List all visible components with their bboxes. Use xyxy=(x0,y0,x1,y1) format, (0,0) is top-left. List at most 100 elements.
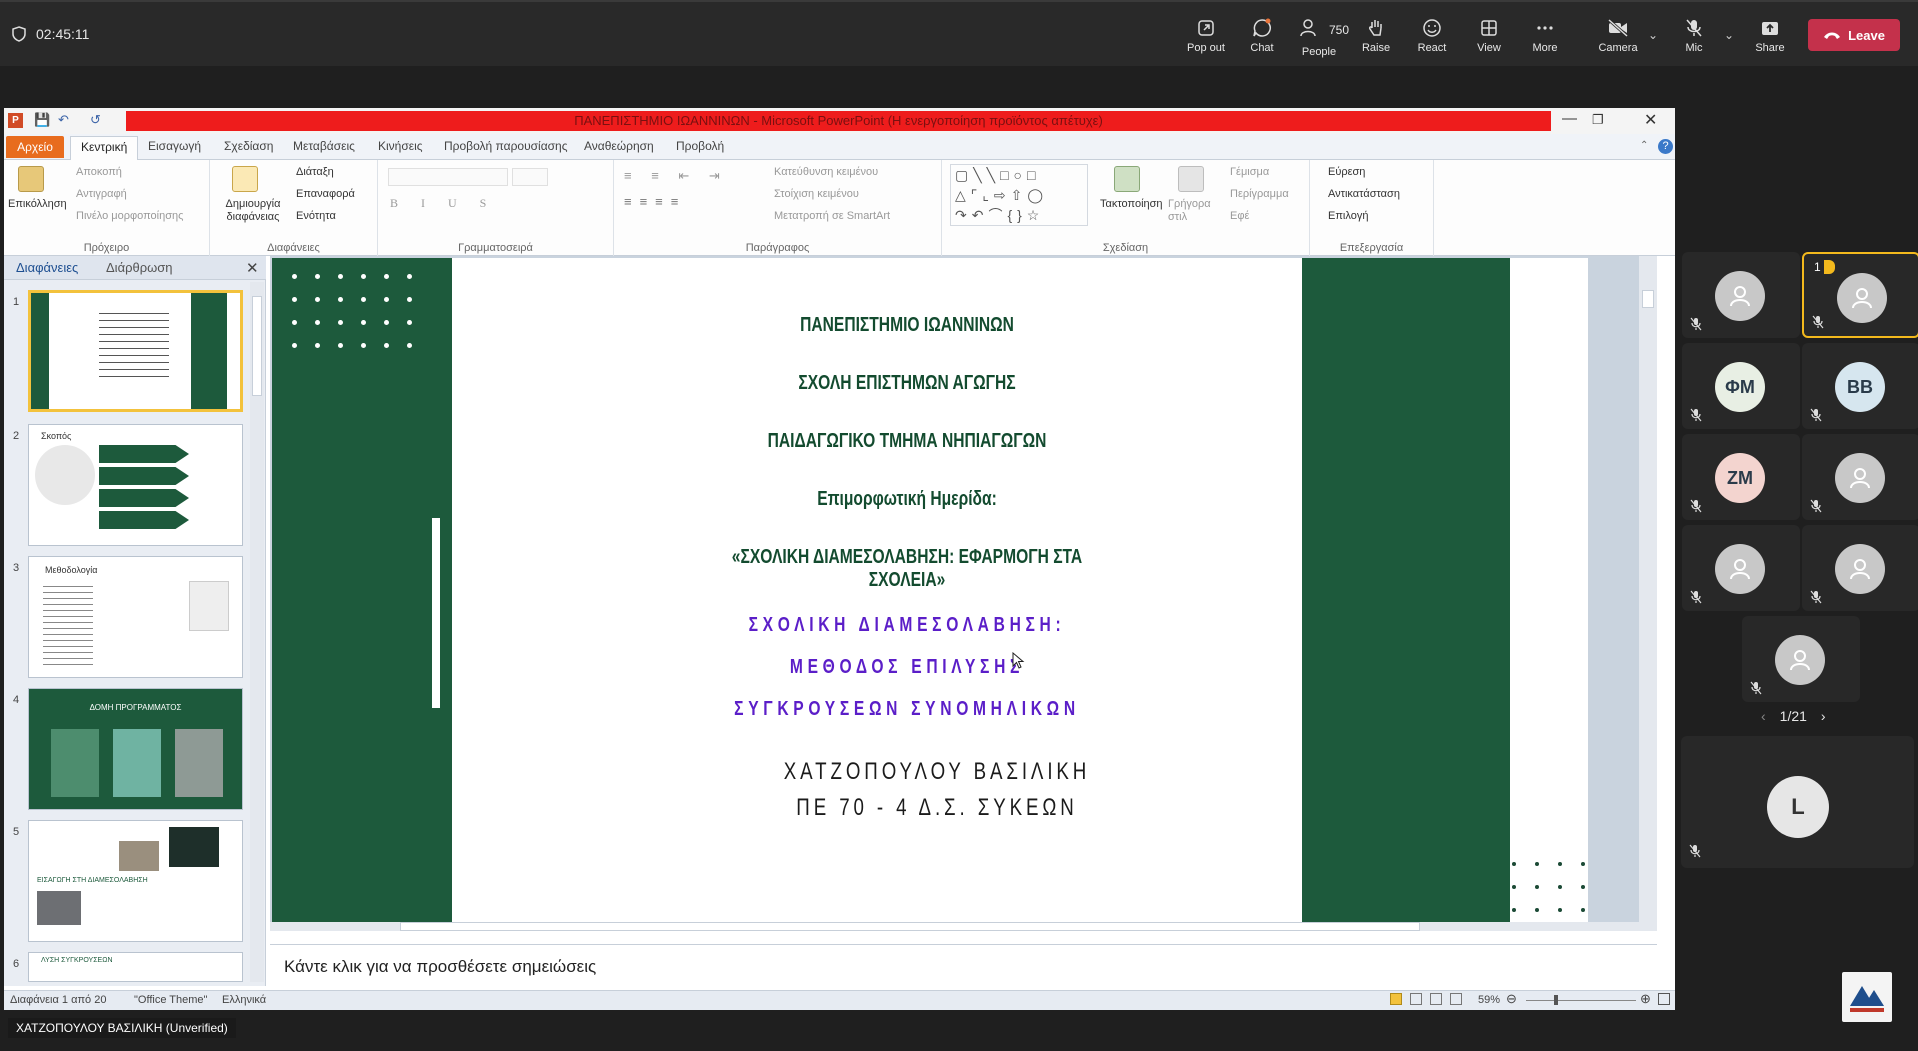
tab-insert[interactable]: Εισαγωγή xyxy=(148,139,201,153)
slide-sorter-icon[interactable] xyxy=(1410,993,1422,1005)
zoom-out-icon[interactable]: ⊖ xyxy=(1506,991,1517,1007)
copy-button[interactable]: Αντιγραφή xyxy=(76,188,127,200)
slide-thumbnail-5[interactable]: ΕΙΣΑΓΩΓΗ ΣΤΗ ΔΙΑΜΕΣΟΛΑΒΗΣΗ xyxy=(28,820,243,942)
cut-button[interactable]: Αποκοπή xyxy=(76,166,122,178)
text-direction-button[interactable]: Κατεύθυνση κειμένου xyxy=(774,166,878,178)
hand-icon xyxy=(1369,20,1382,36)
replace-button[interactable]: Αντικατάσταση xyxy=(1328,188,1400,200)
previous-page-icon[interactable]: ‹ xyxy=(1761,708,1766,724)
slideshow-view-icon[interactable] xyxy=(1450,993,1462,1005)
notes-pane[interactable]: Κάντε κλικ για να προσθέσετε σημειώσεις xyxy=(270,944,1657,990)
smartart-button[interactable]: Μετατροπή σε SmartArt xyxy=(774,210,890,222)
shape-effects-button[interactable]: Εφέ xyxy=(1230,210,1249,222)
more-button[interactable]: More xyxy=(1515,18,1575,54)
font-size-select[interactable] xyxy=(512,168,548,186)
tab-animations[interactable]: Κινήσεις xyxy=(378,139,423,153)
decor-dot xyxy=(315,343,320,348)
zoom-in-icon[interactable]: ⊕ xyxy=(1640,991,1651,1007)
participant-tile[interactable]: 1 xyxy=(1802,252,1918,338)
slide-canvas[interactable]: ΠΑΝΕΠΙΣΤΗΜΙΟ ΙΩΑΝΝΙΝΩΝ ΣΧΟΛΗ ΕΠΙΣΤΗΜΩΝ Α… xyxy=(272,258,1588,922)
paste-button[interactable]: Επικόλληση xyxy=(8,198,67,210)
undo-icon[interactable]: ↶ xyxy=(58,112,69,128)
tab-home[interactable]: Κεντρική xyxy=(70,136,139,161)
redo-icon[interactable]: ↺ xyxy=(90,112,101,128)
slide-editor: ΠΑΝΕΠΙΣΤΗΜΙΟ ΙΩΑΝΝΙΝΩΝ ΣΧΟΛΗ ΕΠΙΣΤΗΜΩΝ Α… xyxy=(270,256,1657,931)
panel-scroll-thumb[interactable] xyxy=(252,296,262,396)
tab-review[interactable]: Αναθεώρηση xyxy=(584,139,654,153)
popout-button[interactable]: Pop out xyxy=(1176,18,1236,54)
normal-view-icon[interactable] xyxy=(1390,993,1402,1005)
shape-fill-button[interactable]: Γέμισμα xyxy=(1230,166,1269,178)
reading-view-icon[interactable] xyxy=(1430,993,1442,1005)
save-icon[interactable]: 💾 xyxy=(34,112,50,128)
participant-tile[interactable]: ZM xyxy=(1682,434,1800,520)
find-button[interactable]: Εύρεση xyxy=(1328,166,1365,178)
participant-tile[interactable] xyxy=(1682,525,1800,611)
participant-tile[interactable] xyxy=(1802,525,1918,611)
horizontal-scrollbar[interactable] xyxy=(270,922,1657,931)
collapse-ribbon-icon[interactable]: ⌃ xyxy=(1640,140,1648,151)
vertical-scroll-thumb[interactable] xyxy=(1642,290,1654,308)
vertical-scrollbar[interactable] xyxy=(1639,256,1657,922)
tab-slides[interactable]: Διαφάνειες xyxy=(16,260,78,275)
close-icon[interactable]: ✕ xyxy=(1644,110,1657,130)
slide-author-school: ΠΕ 70 - 4 Δ.Σ. ΣΥΚΕΩΝ xyxy=(796,794,1078,821)
people-button[interactable]: 750 People xyxy=(1289,18,1349,58)
font-format-buttons[interactable]: B I U S xyxy=(390,196,496,211)
raise-hand-button[interactable]: Raise xyxy=(1346,18,1406,54)
horizontal-scroll-thumb[interactable] xyxy=(400,922,1420,931)
tab-outline[interactable]: Διάρθρωση xyxy=(106,260,173,275)
react-button[interactable]: React xyxy=(1402,18,1462,54)
arrange-button[interactable]: Τακτοποίηση xyxy=(1100,198,1163,210)
slide-thumbnail-6[interactable]: ΛΥΣΗ ΣΥΓΚΡΟΥΣΕΩΝ xyxy=(28,952,243,982)
view-button[interactable]: View xyxy=(1459,18,1519,54)
tab-file[interactable]: Αρχείο xyxy=(6,136,64,158)
slide-thumbnail-3[interactable]: Μεθοδολογία xyxy=(28,556,243,678)
zoom-slider-thumb[interactable] xyxy=(1554,995,1558,1005)
tab-transitions[interactable]: Μεταβάσεις xyxy=(293,139,355,153)
format-painter-button[interactable]: Πινέλο μορφοποίησης xyxy=(76,210,183,222)
close-panel-icon[interactable]: ✕ xyxy=(246,259,259,277)
slides-group-label: Διαφάνειες xyxy=(267,242,320,254)
zoom-slider[interactable] xyxy=(1526,1000,1636,1001)
participant-tile[interactable] xyxy=(1802,434,1918,520)
select-button[interactable]: Επιλογή xyxy=(1328,210,1368,222)
tab-slideshow[interactable]: Προβολή παρουσίασης xyxy=(444,139,568,153)
panel-scrollbar[interactable] xyxy=(250,282,264,982)
mic-options-chevron-icon[interactable]: ⌄ xyxy=(1724,28,1734,42)
participant-tile[interactable] xyxy=(1682,252,1800,338)
self-tile[interactable]: L xyxy=(1681,736,1914,868)
leave-button[interactable]: Leave xyxy=(1808,19,1900,51)
slide-thumbnail-2[interactable]: Σκοπός xyxy=(28,424,243,546)
chat-button[interactable]: Chat xyxy=(1232,18,1292,54)
align-text-button[interactable]: Στοίχιση κειμένου xyxy=(774,188,859,200)
camera-options-chevron-icon[interactable]: ⌄ xyxy=(1648,28,1658,42)
participant-tile[interactable]: BB xyxy=(1802,343,1918,429)
camera-button[interactable]: Camera xyxy=(1588,18,1648,54)
quick-styles-button[interactable]: Γρήγορα στιλ xyxy=(1168,198,1214,224)
shape-outline-button[interactable]: Περίγραμμα xyxy=(1230,188,1289,200)
mic-button[interactable]: Mic xyxy=(1664,18,1724,54)
list-buttons[interactable]: ≡ ≡ ⇤ ⇥ xyxy=(624,168,728,184)
layout-button[interactable]: Διάταξη xyxy=(296,166,334,178)
restore-icon[interactable]: ❐ xyxy=(1592,112,1604,128)
new-slide-button[interactable]: Δημιουργία διαφάνειας xyxy=(220,198,286,224)
arrange-icon xyxy=(1114,166,1140,192)
tab-design[interactable]: Σχεδίαση xyxy=(224,139,273,153)
participant-tile[interactable] xyxy=(1742,616,1860,702)
next-page-icon[interactable]: › xyxy=(1821,708,1826,724)
participant-tile[interactable]: ΦΜ xyxy=(1682,343,1800,429)
slide-thumbnail-4[interactable]: ΔΟΜΗ ΠΡΟΓΡΑΜΜΑΤΟΣ xyxy=(28,688,243,810)
share-button[interactable]: Share xyxy=(1740,18,1800,54)
fit-slide-icon[interactable] xyxy=(1658,993,1670,1005)
minimize-icon[interactable]: — xyxy=(1562,110,1577,127)
align-buttons[interactable]: ≡≡≡≡ xyxy=(624,194,686,209)
help-icon[interactable]: ? xyxy=(1658,139,1673,154)
slide-thumbnail-1[interactable] xyxy=(28,290,243,412)
reset-button[interactable]: Επαναφορά xyxy=(296,188,355,200)
font-name-select[interactable] xyxy=(388,168,508,186)
section-button[interactable]: Ενότητα xyxy=(296,210,336,222)
shapes-gallery[interactable]: ▢╲╲□○□ △⌜⌞⇨⇧◯ ↷↶⌒{}☆ xyxy=(950,164,1088,226)
tab-view[interactable]: Προβολή xyxy=(676,139,724,153)
decor-dot xyxy=(292,320,297,325)
